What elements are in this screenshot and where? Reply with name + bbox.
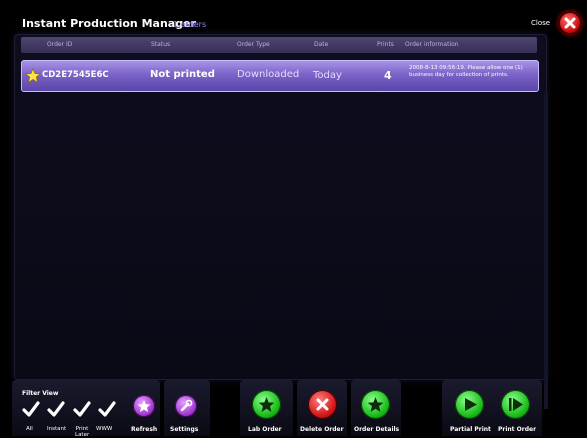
play-bar-icon [509,398,523,411]
table-header: Order ID Status Order Type Date Prints O… [21,37,537,53]
cell-date: Today [313,70,342,81]
order-count: 1 orders [173,20,207,29]
cell-order-type: Downloaded [237,69,300,80]
column-header-date[interactable]: Date [314,41,328,48]
column-header-status[interactable]: Status [151,41,170,48]
column-header-order-info[interactable]: Order information [405,41,459,48]
filter-www-label: WWW [96,426,113,432]
close-label[interactable]: Close [531,19,550,27]
settings-label: Settings [170,426,199,433]
star-icon [367,397,384,412]
partial-print-button[interactable] [455,390,484,419]
order-details-label: Order Details [354,426,400,433]
filter-all-label: All [26,426,33,432]
print-order-button[interactable] [501,390,530,419]
scrollbar[interactable] [544,93,548,409]
column-header-order-type[interactable]: Order Type [237,41,270,48]
lab-order-button[interactable] [252,390,281,419]
star-icon [25,68,41,83]
filter-instant-check-icon[interactable] [47,400,65,418]
filter-instant-label: Instant [47,426,67,432]
orders-panel: Order ID Status Order Type Date Prints O… [14,34,548,409]
close-button[interactable] [558,11,582,35]
lab-order-label: Lab Order [248,426,282,433]
filter-print-later-check-icon[interactable] [73,400,91,418]
bottom-toolbar: Filter View All Instant Print Later WWW … [0,380,587,438]
wrench-icon [180,399,193,412]
refresh-label: Refresh [131,426,158,433]
close-icon [564,17,576,29]
close-icon [316,398,329,411]
refresh-button[interactable] [133,395,155,417]
filter-www-check-icon[interactable] [98,400,116,418]
table-row[interactable]: CD2E7545E6C Not printed Downloaded Today… [21,60,539,92]
title-bar: Instant Production Manager 1 orders Clos… [0,0,587,35]
cell-order-info: 2008-8-13 09:56:19. Please allow one (1)… [409,65,523,78]
star-icon [137,399,151,413]
star-icon [258,397,275,412]
cell-order-id: CD2E7545E6C [42,70,109,80]
filter-view-title: Filter View [22,390,59,397]
filter-all-check-icon[interactable] [22,400,40,418]
play-icon [465,398,477,411]
cell-status: Not printed [150,69,215,80]
delete-order-label: Delete Order [300,426,344,433]
order-details-button[interactable] [361,390,390,419]
cell-prints: 4 [384,69,392,82]
print-order-label: Print Order [498,426,537,433]
app-title: Instant Production Manager [22,17,196,30]
partial-print-label: Partial Print [450,426,491,433]
delete-order-button[interactable] [308,390,337,419]
column-header-order-id[interactable]: Order ID [47,41,72,48]
filter-print-later-label: Print Later [75,426,90,438]
column-header-prints[interactable]: Prints [377,41,394,48]
settings-button[interactable] [175,395,197,417]
